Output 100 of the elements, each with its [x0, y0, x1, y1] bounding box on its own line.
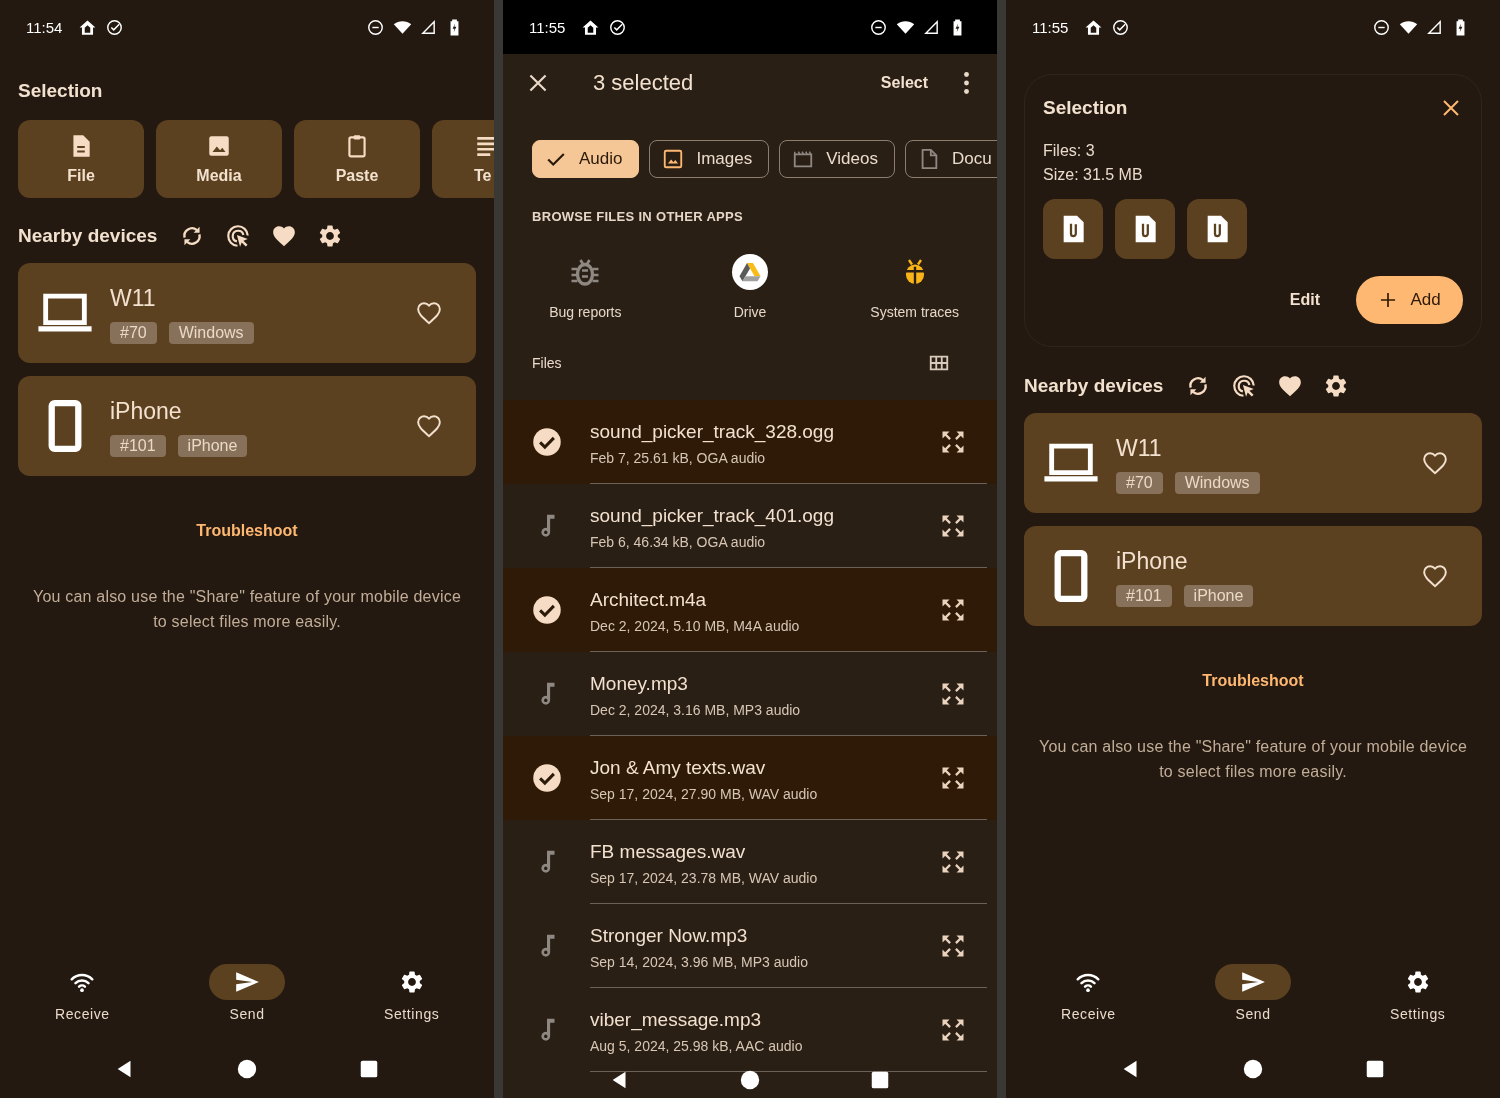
- action-tile[interactable]: File: [18, 120, 144, 198]
- home-button[interactable]: [739, 1069, 761, 1091]
- section-title: Files: [532, 355, 562, 371]
- action-tile[interactable]: Paste: [294, 120, 420, 198]
- device-tag: #101: [1116, 585, 1172, 607]
- file-thumbnail[interactable]: [1115, 199, 1175, 259]
- section-header: BROWSE FILES IN OTHER APPS: [532, 209, 744, 225]
- filter-chip[interactable]: Videos: [779, 140, 895, 178]
- add-button[interactable]: Add: [1356, 276, 1463, 324]
- signal-icon: [1426, 17, 1443, 37]
- file-row[interactable]: FB messages.wav Sep 17, 2024, 23.78 MB, WAV audio: [503, 820, 997, 904]
- nav-item[interactable]: Receive: [0, 964, 165, 1022]
- file-size: Size: 31.5 MB: [1043, 165, 1144, 185]
- send-icon: [234, 969, 260, 995]
- nav-item[interactable]: Send: [1170, 964, 1336, 1022]
- check-circle-icon: [105, 17, 125, 37]
- file-name: Architect.m4a: [590, 588, 708, 611]
- device-card[interactable]: iPhone #101 iPhone: [18, 376, 476, 476]
- selection-count: 3 selected: [593, 70, 694, 96]
- device-name: W11: [110, 284, 157, 312]
- recents-icon: [358, 1058, 380, 1080]
- file-count: Files: 3: [1043, 141, 1096, 161]
- do-not-disturb-icon: [1372, 17, 1391, 37]
- device-tag: Windows: [168, 322, 254, 344]
- device-tag: iPhone: [177, 435, 248, 457]
- troubleshoot-link[interactable]: Troubleshoot: [1194, 668, 1312, 694]
- file-name: sound_picker_track_401.ogg: [590, 504, 835, 527]
- app-shortcut[interactable]: Bug reports: [503, 254, 668, 320]
- select-button[interactable]: Select: [880, 74, 928, 92]
- hint-text: You can also use the "Share" feature of your mobile device to select files more easily.: [1038, 737, 1468, 782]
- device-name: iPhone: [110, 397, 183, 425]
- home-icon: [78, 17, 98, 37]
- home-icon: [1084, 17, 1104, 37]
- home-circle-icon: [1242, 1058, 1264, 1080]
- heart-icon[interactable]: [416, 413, 442, 439]
- device-tag: iPhone: [1183, 585, 1254, 607]
- check-circle-icon: [532, 595, 562, 625]
- section-title: Nearby devices: [1024, 374, 1164, 398]
- app-shortcut[interactable]: System traces: [832, 254, 997, 320]
- recents-button[interactable]: [358, 1058, 380, 1080]
- file-details: Sep 14, 2024, 3.96 MB, MP3 audio: [590, 953, 809, 970]
- device-name: iPhone: [1116, 547, 1189, 575]
- nav-item[interactable]: Receive: [1006, 964, 1171, 1022]
- device-card[interactable]: iPhone #101 iPhone: [1024, 526, 1482, 626]
- file-row[interactable]: Architect.m4a Dec 2, 2024, 5.10 MB, M4A audio: [503, 568, 997, 652]
- file-row[interactable]: sound_picker_track_328.ogg Feb 7, 25.61 kB, OGA audio: [503, 400, 997, 484]
- file-details: Feb 6, 46.34 kB, OGA audio: [590, 533, 767, 550]
- device-tag: #70: [110, 322, 157, 344]
- scan-cursor-icon[interactable]: [1231, 373, 1258, 399]
- filter-chip[interactable]: Audio: [532, 140, 640, 178]
- file-name: Money.mp3: [590, 672, 689, 695]
- app-shortcut[interactable]: Drive: [667, 254, 833, 320]
- home-button[interactable]: [236, 1058, 258, 1080]
- film-icon: [792, 148, 815, 170]
- hint-text: You can also use the "Share" feature of your mobile device to select files more easily.: [32, 587, 462, 632]
- nav-item[interactable]: Settings: [1335, 964, 1500, 1022]
- file-details: Feb 7, 25.61 kB, OGA audio: [590, 449, 767, 466]
- file-row[interactable]: Money.mp3 Dec 2, 2024, 3.16 MB, MP3 audio: [503, 652, 997, 736]
- heart-icon[interactable]: [1422, 563, 1448, 589]
- scan-cursor-icon[interactable]: [225, 223, 252, 249]
- file-thumbnail[interactable]: [1043, 199, 1103, 259]
- file-row[interactable]: Stronger Now.mp3 Sep 14, 2024, 3.96 MB, MP3 audio: [503, 904, 997, 988]
- action-tile[interactable]: Te: [432, 120, 494, 198]
- image-icon: [662, 148, 685, 170]
- device-tag: #70: [1116, 472, 1163, 494]
- file-row[interactable]: sound_picker_track_401.ogg Feb 6, 46.34 kB, OGA audio: [503, 484, 997, 568]
- recents-icon: [1364, 1058, 1386, 1080]
- home-circle-icon: [739, 1069, 761, 1091]
- home-icon: [581, 17, 601, 37]
- file-thumbnail[interactable]: [1187, 199, 1247, 259]
- heart-icon[interactable]: [1277, 373, 1304, 399]
- nav-item[interactable]: Send: [164, 964, 330, 1022]
- edit-button[interactable]: Edit: [1277, 283, 1332, 317]
- file-row[interactable]: Jon & Amy texts.wav Sep 17, 2024, 27.90 MB, WAV audio: [503, 736, 997, 820]
- device-name: W11: [1116, 434, 1163, 462]
- heart-icon[interactable]: [271, 223, 298, 249]
- nav-item[interactable]: Settings: [329, 964, 494, 1022]
- check-circle-icon: [532, 763, 562, 793]
- send-icon: [1240, 969, 1266, 995]
- file-name: FB messages.wav: [590, 840, 747, 863]
- device-card[interactable]: W11 #70 Windows: [1024, 413, 1482, 513]
- heart-icon[interactable]: [416, 300, 442, 326]
- check-circle-icon: [532, 427, 562, 457]
- file-name: viber_message.mp3: [590, 1008, 763, 1031]
- home-button[interactable]: [1242, 1058, 1264, 1080]
- status-time: 11:55: [1032, 18, 1069, 36]
- filter-chip[interactable]: Images: [649, 140, 770, 178]
- action-tile[interactable]: Media: [156, 120, 282, 198]
- section-title: Nearby devices: [18, 224, 158, 248]
- recents-button[interactable]: [1364, 1058, 1386, 1080]
- device-card[interactable]: W11 #70 Windows: [18, 263, 476, 363]
- file-details: Aug 5, 2024, 25.98 kB, AAC audio: [590, 1037, 804, 1054]
- do-not-disturb-icon: [366, 17, 385, 37]
- section-title: Selection: [18, 79, 104, 103]
- file-row[interactable]: viber_message.mp3 Aug 5, 2024, 25.98 kB, AAC audio: [503, 988, 997, 1072]
- heart-icon[interactable]: [1422, 450, 1448, 476]
- troubleshoot-link[interactable]: Troubleshoot: [188, 518, 306, 544]
- more-icon: [964, 72, 969, 94]
- signal-icon: [420, 17, 437, 37]
- status-time: 11:54: [26, 18, 63, 36]
